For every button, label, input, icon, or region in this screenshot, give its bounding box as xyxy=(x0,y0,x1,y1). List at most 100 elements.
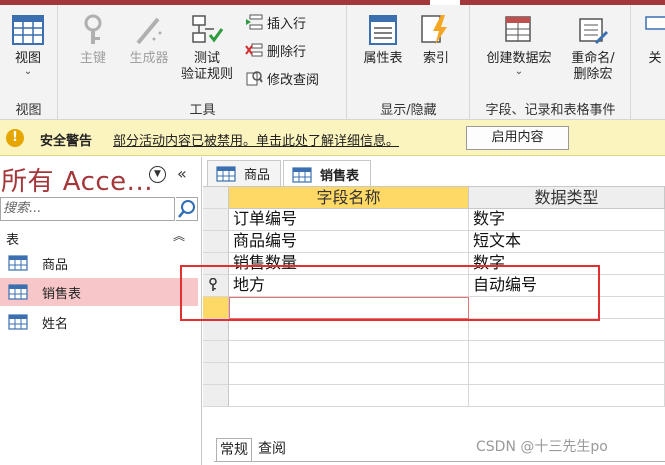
chevron-down-icon: ⌄ xyxy=(514,66,524,77)
empty-cell[interactable] xyxy=(229,341,469,363)
column-header-field-name[interactable]: 字段名称 xyxy=(229,187,469,209)
field-name-cell[interactable]: 销售数量 xyxy=(229,253,469,275)
nav-item-label: 销售表 xyxy=(42,286,82,302)
row-selector-header xyxy=(203,187,229,209)
nav-group-header[interactable]: 表 xyxy=(6,229,19,248)
chevron-up-icon[interactable]: ︽ xyxy=(173,227,185,244)
delete-rows-label: 删除行 xyxy=(267,44,307,60)
insert-rows-icon xyxy=(246,14,263,30)
search-input[interactable]: 搜索... xyxy=(0,197,175,221)
tab-label: 销售表 xyxy=(320,169,360,184)
relationships-icon xyxy=(645,16,665,30)
test-rules-label-1: 测试 xyxy=(193,51,220,66)
empty-cell[interactable] xyxy=(229,363,469,385)
row-selector[interactable] xyxy=(203,385,229,407)
rename-macro-icon xyxy=(579,18,609,45)
modify-lookups-button[interactable]: 修改查阅 xyxy=(245,67,319,89)
builder-button[interactable]: 生成器 xyxy=(121,13,177,67)
tab-general[interactable]: 常规 xyxy=(216,438,252,462)
empty-cell[interactable] xyxy=(229,319,469,341)
tab-table-active[interactable]: 销售表 xyxy=(283,160,371,188)
table-icon xyxy=(8,314,28,330)
data-type-cell[interactable]: 数字 xyxy=(469,209,665,231)
security-warning-title: 安全警告 xyxy=(40,134,93,149)
tab-lookup[interactable]: 查阅 xyxy=(255,438,289,462)
field-name-cell[interactable]: 地方 xyxy=(229,275,469,297)
ribbon-group-label: 视图 xyxy=(15,103,42,118)
property-sheet-button[interactable]: 属性表 xyxy=(358,13,408,67)
row-selector[interactable] xyxy=(203,341,229,363)
view-icon xyxy=(12,15,44,45)
primary-key-icon xyxy=(209,277,217,295)
nav-item-table[interactable]: 销售表 xyxy=(0,278,198,306)
insert-rows-button[interactable]: 插入行 xyxy=(245,11,306,33)
nav-item-label: 商品 xyxy=(42,257,69,273)
navigation-pane: 所有 Acce... ▼ « 搜索... 表 ︽ 商品 销售表 姓名 xyxy=(0,157,202,465)
column-header-data-type[interactable]: 数据类型 xyxy=(469,187,665,209)
table-design-grid: 字段名称 数据类型 订单编号 数字 商品编号 短文本 销售数量 数字 地方 自动… xyxy=(203,186,665,407)
empty-cell[interactable] xyxy=(469,341,665,363)
ribbon: 视图 ⌄ 视图 主键 生成器 测试 验证规则 插入行 删除行 修改查阅 工具 属… xyxy=(0,0,665,120)
view-label: 视图 xyxy=(14,51,41,66)
ribbon-group-cutoff: 关 xyxy=(632,5,665,120)
field-properties-divider xyxy=(214,461,665,465)
ribbon-group-views: 视图 ⌄ 视图 xyxy=(0,5,58,120)
empty-cell[interactable] xyxy=(469,385,665,407)
row-selector[interactable] xyxy=(203,363,229,385)
data-macro-icon xyxy=(505,16,531,42)
ribbon-group-label: 工具 xyxy=(189,103,216,118)
relationships-label: 关 xyxy=(648,51,662,66)
create-data-macros-label: 创建数据宏 xyxy=(486,51,552,66)
chevron-down-icon: ⌄ xyxy=(23,66,33,77)
rename-macro-label-1: 重命名/ xyxy=(571,51,615,66)
collapse-pane-icon[interactable]: « xyxy=(177,164,187,183)
empty-cell[interactable] xyxy=(469,363,665,385)
table-icon xyxy=(292,166,312,183)
test-rules-label-2: 验证规则 xyxy=(180,67,233,82)
row-selector[interactable] xyxy=(203,275,229,297)
property-sheet-icon xyxy=(369,15,397,45)
table-icon xyxy=(8,255,28,271)
primary-key-button[interactable]: 主键 xyxy=(73,13,113,67)
row-selector[interactable] xyxy=(203,319,229,341)
data-type-cell[interactable]: 自动编号 xyxy=(469,275,665,297)
field-name-cell-active[interactable] xyxy=(229,297,469,319)
watermark: CSDN @十三先生po xyxy=(476,439,608,455)
tab-table[interactable]: 商品 xyxy=(207,160,281,186)
view-button[interactable]: 视图 ⌄ xyxy=(8,13,48,77)
rename-macro-label-2: 删除宏 xyxy=(573,67,613,82)
row-selector[interactable] xyxy=(203,209,229,231)
document-area: 商品 销售表 字段名称 数据类型 订单编号 数字 商品编号 短文本 销售数量 数… xyxy=(203,157,665,465)
row-selector[interactable] xyxy=(203,231,229,253)
table-icon xyxy=(8,284,28,300)
nav-item-table[interactable]: 姓名 xyxy=(0,308,198,336)
nav-pane-title[interactable]: 所有 Acce... xyxy=(1,161,153,198)
nav-item-table[interactable]: 商品 xyxy=(0,249,198,277)
row-selector[interactable] xyxy=(203,253,229,275)
table-icon xyxy=(216,165,236,182)
data-type-cell[interactable]: 短文本 xyxy=(469,231,665,253)
rename-delete-macro-button[interactable]: 重命名/ 删除宏 xyxy=(563,13,623,83)
relationships-button[interactable]: 关 xyxy=(638,13,665,67)
chevron-down-icon[interactable]: ▼ xyxy=(149,166,166,183)
row-selector-active[interactable] xyxy=(203,297,229,319)
search-icon[interactable] xyxy=(176,197,198,221)
field-name-cell[interactable]: 订单编号 xyxy=(229,209,469,231)
test-validation-rules-button[interactable]: 测试 验证规则 xyxy=(175,13,239,83)
security-warning-message[interactable]: 部分活动内容已被禁用。单击此处了解详细信息。 xyxy=(113,130,399,149)
lightning-icon xyxy=(421,15,447,45)
create-data-macros-button[interactable]: 创建数据宏 ⌄ xyxy=(479,13,559,77)
data-type-cell[interactable] xyxy=(469,297,665,319)
empty-cell[interactable] xyxy=(229,385,469,407)
empty-cell[interactable] xyxy=(469,319,665,341)
property-sheet-label: 属性表 xyxy=(363,51,403,66)
field-name-cell[interactable]: 商品编号 xyxy=(229,231,469,253)
indexes-button[interactable]: 索引 xyxy=(414,13,458,67)
delete-rows-button[interactable]: 删除行 xyxy=(245,39,306,61)
data-type-cell[interactable]: 数字 xyxy=(469,253,665,275)
modify-lookups-icon xyxy=(246,71,263,86)
magic-wand-icon xyxy=(136,17,162,45)
delete-rows-icon xyxy=(245,43,263,57)
ribbon-group-label: 字段、记录和表格事件 xyxy=(485,103,616,118)
enable-content-button[interactable]: 启用内容 xyxy=(466,126,569,150)
